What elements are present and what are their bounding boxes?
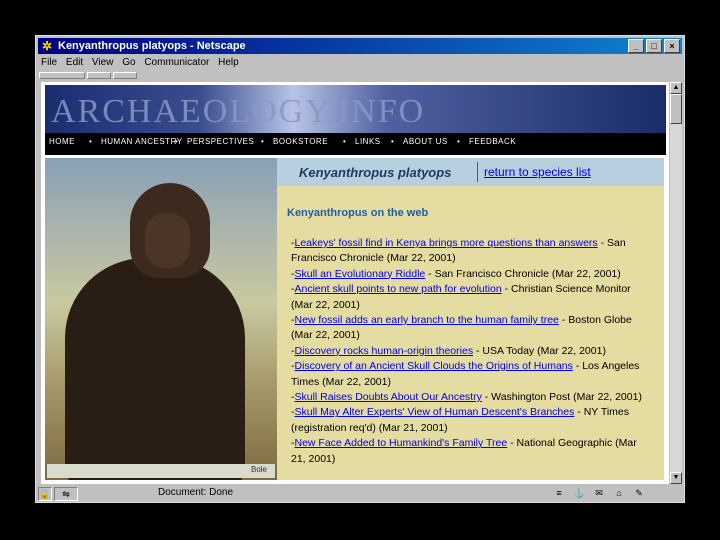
toolbar-grip-location[interactable] bbox=[87, 72, 111, 79]
menu-bar: File Edit View Go Communicator Help bbox=[38, 55, 242, 71]
nav-human-ancestry[interactable]: HUMAN ANCESTRY bbox=[101, 137, 183, 146]
nav-about-us[interactable]: ABOUT US bbox=[403, 137, 448, 146]
title-bar: ✲ Kenyanthropus platyops - Netscape _ □ … bbox=[38, 38, 682, 54]
page-content: ARCHAEOLOGY.INFO HOME • HUMAN ANCESTRY •… bbox=[41, 82, 669, 484]
menu-view[interactable]: View bbox=[92, 57, 114, 68]
scroll-up-icon[interactable]: ▲ bbox=[670, 82, 682, 94]
news-link[interactable]: Discovery of an Ancient Skull Clouds the… bbox=[295, 360, 573, 372]
browser-window: ✲ Kenyanthropus platyops - Netscape _ □ … bbox=[35, 35, 685, 503]
list-item: -Skull an Evolutionary Riddle - San Fran… bbox=[291, 267, 621, 280]
list-item: -Discovery rocks human-origin theories -… bbox=[291, 344, 606, 357]
status-text: Document: Done bbox=[158, 487, 234, 498]
news-source: - San Francisco Chronicle (Mar 22, 2001) bbox=[425, 267, 621, 280]
menu-file[interactable]: File bbox=[41, 57, 57, 68]
nav-separator: • bbox=[261, 137, 265, 146]
nav-feedback[interactable]: FEEDBACK bbox=[469, 137, 516, 146]
site-banner: ARCHAEOLOGY.INFO bbox=[45, 85, 666, 133]
site-nav: HOME • HUMAN ANCESTRY • PERSPECTIVES • B… bbox=[45, 133, 666, 155]
image-caption: Bole bbox=[250, 465, 267, 474]
nav-separator: • bbox=[457, 137, 461, 146]
list-item: -Leakeys' fossil find in Kenya brings mo… bbox=[291, 237, 626, 265]
site-logo[interactable]: ARCHAEOLOGY.INFO bbox=[51, 93, 425, 131]
vertical-scrollbar[interactable]: ▲ ▼ bbox=[670, 82, 682, 484]
news-link[interactable]: Skull May Alter Experts' View of Human D… bbox=[295, 406, 575, 418]
header-divider bbox=[477, 162, 478, 182]
image-caption-bar: Bole bbox=[47, 464, 275, 478]
window-title: Kenyanthropus platyops - Netscape bbox=[58, 40, 246, 52]
mail-icon[interactable]: ✉ bbox=[592, 487, 606, 499]
nav-bookstore[interactable]: BOOKSTORE bbox=[273, 137, 328, 146]
hominid-illustration: Bole bbox=[45, 158, 277, 480]
news-source: - Washington Post (Mar 22, 2001) bbox=[481, 391, 642, 404]
composer-icon[interactable]: ✎ bbox=[632, 487, 646, 499]
hominid-body bbox=[65, 258, 245, 480]
list-item: -New fossil adds an early branch to the … bbox=[291, 314, 632, 342]
minimize-button[interactable]: _ bbox=[628, 39, 644, 53]
navigator-icon[interactable]: ⚓ bbox=[572, 487, 586, 499]
links-panel: Kenyanthropus platyops return to species… bbox=[277, 158, 664, 480]
news-link[interactable]: Skull an Evolutionary Riddle bbox=[295, 268, 426, 280]
nav-separator: • bbox=[391, 137, 395, 146]
window-controls: _ □ × bbox=[626, 39, 680, 53]
nav-separator: • bbox=[343, 137, 347, 146]
maximize-button[interactable]: □ bbox=[646, 39, 662, 53]
nav-separator: • bbox=[89, 137, 93, 146]
news-source: - USA Today (Mar 22, 2001) bbox=[473, 344, 606, 357]
list-item: -Discovery of an Ancient Skull Clouds th… bbox=[291, 360, 640, 388]
news-link[interactable]: New fossil adds an early branch to the h… bbox=[295, 314, 559, 326]
scroll-thumb[interactable] bbox=[670, 94, 682, 124]
species-name: Kenyanthropus platyops bbox=[299, 165, 452, 180]
collapsed-toolbars bbox=[38, 71, 682, 79]
section-title: Kenyanthropus on the web bbox=[287, 207, 429, 219]
netscape-icon: ✲ bbox=[41, 39, 53, 53]
online-status-icon[interactable]: ⇋ bbox=[54, 487, 78, 501]
hominid-face bbox=[145, 213, 190, 268]
toolbar-grip-navigation[interactable] bbox=[39, 72, 85, 79]
news-link[interactable]: Discovery rocks human-origin theories bbox=[295, 345, 474, 357]
list-item: -Skull Raises Doubts About Our Ancestry … bbox=[291, 391, 642, 404]
nav-links[interactable]: LINKS bbox=[355, 137, 381, 146]
news-link[interactable]: New Face Added to Humankind's Family Tre… bbox=[295, 437, 508, 449]
component-bar-icon[interactable]: ≡ bbox=[552, 487, 566, 499]
news-link[interactable]: Skull Raises Doubts About Our Ancestry bbox=[295, 391, 482, 403]
news-link[interactable]: Ancient skull points to new path for evo… bbox=[295, 283, 502, 295]
menu-edit[interactable]: Edit bbox=[66, 57, 83, 68]
toolbar-grip-personal[interactable] bbox=[113, 72, 137, 79]
close-button[interactable]: × bbox=[664, 39, 680, 53]
list-item: -Ancient skull points to new path for ev… bbox=[291, 283, 631, 311]
news-link[interactable]: Leakeys' fossil find in Kenya brings mor… bbox=[295, 237, 598, 249]
news-links-list: -Leakeys' fossil find in Kenya brings mo… bbox=[291, 236, 651, 467]
menu-communicator[interactable]: Communicator bbox=[144, 57, 209, 68]
list-item: -Skull May Alter Experts' View of Human … bbox=[291, 406, 630, 434]
scroll-down-icon[interactable]: ▼ bbox=[670, 472, 682, 484]
menu-go[interactable]: Go bbox=[122, 57, 135, 68]
list-item: -New Face Added to Humankind's Family Tr… bbox=[291, 437, 637, 465]
security-lock-icon[interactable]: 🔒 bbox=[38, 487, 52, 501]
return-to-species-link[interactable]: return to species list bbox=[484, 165, 591, 179]
species-header: Kenyanthropus platyops return to species… bbox=[277, 158, 664, 186]
nav-perspectives[interactable]: PERSPECTIVES bbox=[187, 137, 254, 146]
status-bar: 🔒 ⇋ Document: Done ≡ ⚓ ✉ ⌂ ✎ bbox=[38, 486, 682, 501]
newsgroups-icon[interactable]: ⌂ bbox=[612, 487, 626, 499]
menu-help[interactable]: Help bbox=[218, 57, 239, 68]
nav-home[interactable]: HOME bbox=[49, 137, 75, 146]
nav-separator: • bbox=[175, 137, 179, 146]
